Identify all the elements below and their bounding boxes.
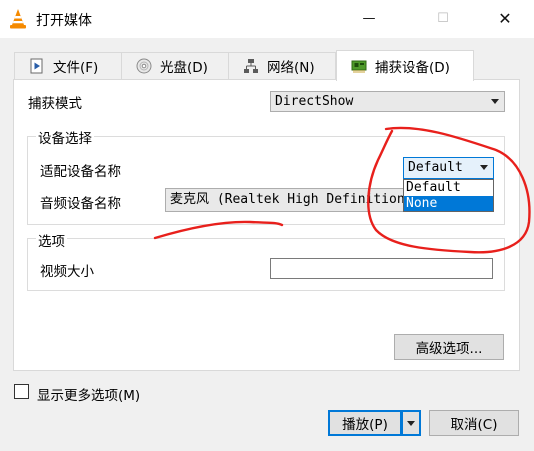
options-title: 选项 xyxy=(36,230,67,250)
window-title: 打开媒体 xyxy=(36,13,92,29)
tab-network[interactable]: 网络(N) xyxy=(228,52,336,79)
tab-disc-label: 光盘(D) xyxy=(160,60,208,76)
capture-mode-label: 捕获模式 xyxy=(28,96,82,112)
play-button[interactable]: 播放(P) xyxy=(328,410,402,436)
cancel-button[interactable]: 取消(C) xyxy=(429,410,519,436)
minimize-button[interactable]: — xyxy=(346,0,392,36)
title-bar: 打开媒体 — ☐ ✕ xyxy=(0,0,534,38)
capture-mode-combo[interactable]: DirectShow xyxy=(270,91,505,112)
capture-card-icon xyxy=(351,60,367,73)
capture-device-panel xyxy=(13,79,520,371)
advanced-options-button[interactable]: 高级选项... xyxy=(394,334,504,360)
network-icon xyxy=(244,59,258,73)
open-media-dialog: 打开媒体 — ☐ ✕ 文件(F) 光盘(D) 网络(N) 捕获设备(D) 捕获模… xyxy=(0,0,534,451)
tab-capture-device-label: 捕获设备(D) xyxy=(375,60,450,76)
device-selection-title: 设备选择 xyxy=(36,127,94,147)
dropdown-option-default[interactable]: Default xyxy=(404,180,493,196)
video-device-value: Default xyxy=(408,160,463,175)
vlc-cone-icon xyxy=(10,9,26,29)
dropdown-option-none[interactable]: None xyxy=(404,195,493,211)
tab-disc[interactable]: 光盘(D) xyxy=(121,52,229,79)
chevron-down-icon xyxy=(480,165,488,170)
video-size-input[interactable] xyxy=(270,258,493,279)
play-menu-button[interactable] xyxy=(401,410,421,436)
close-button[interactable]: ✕ xyxy=(482,0,528,36)
video-size-label: 视频大小 xyxy=(40,264,94,280)
audio-device-value: 麦克风 (Realtek High Definition xyxy=(170,192,405,207)
video-device-label: 适配设备名称 xyxy=(40,164,121,180)
chevron-down-icon xyxy=(407,420,415,426)
video-device-combo[interactable]: Default xyxy=(403,157,494,179)
maximize-button[interactable]: ☐ xyxy=(420,0,466,36)
video-device-dropdown: Default None xyxy=(403,179,494,212)
tab-network-label: 网络(N) xyxy=(267,60,315,76)
tab-files[interactable]: 文件(F) xyxy=(14,52,122,79)
chevron-down-icon xyxy=(491,99,499,104)
show-more-checkbox[interactable] xyxy=(14,384,29,399)
capture-mode-value: DirectShow xyxy=(275,94,354,109)
disc-icon xyxy=(136,58,152,74)
file-play-icon xyxy=(30,58,43,74)
show-more-label[interactable]: 显示更多选项(M) xyxy=(37,384,140,404)
tab-capture-device[interactable]: 捕获设备(D) xyxy=(336,50,474,81)
audio-device-label: 音频设备名称 xyxy=(40,196,121,212)
audio-device-combo[interactable]: 麦克风 (Realtek High Definition xyxy=(165,188,405,212)
tab-files-label: 文件(F) xyxy=(53,60,99,76)
